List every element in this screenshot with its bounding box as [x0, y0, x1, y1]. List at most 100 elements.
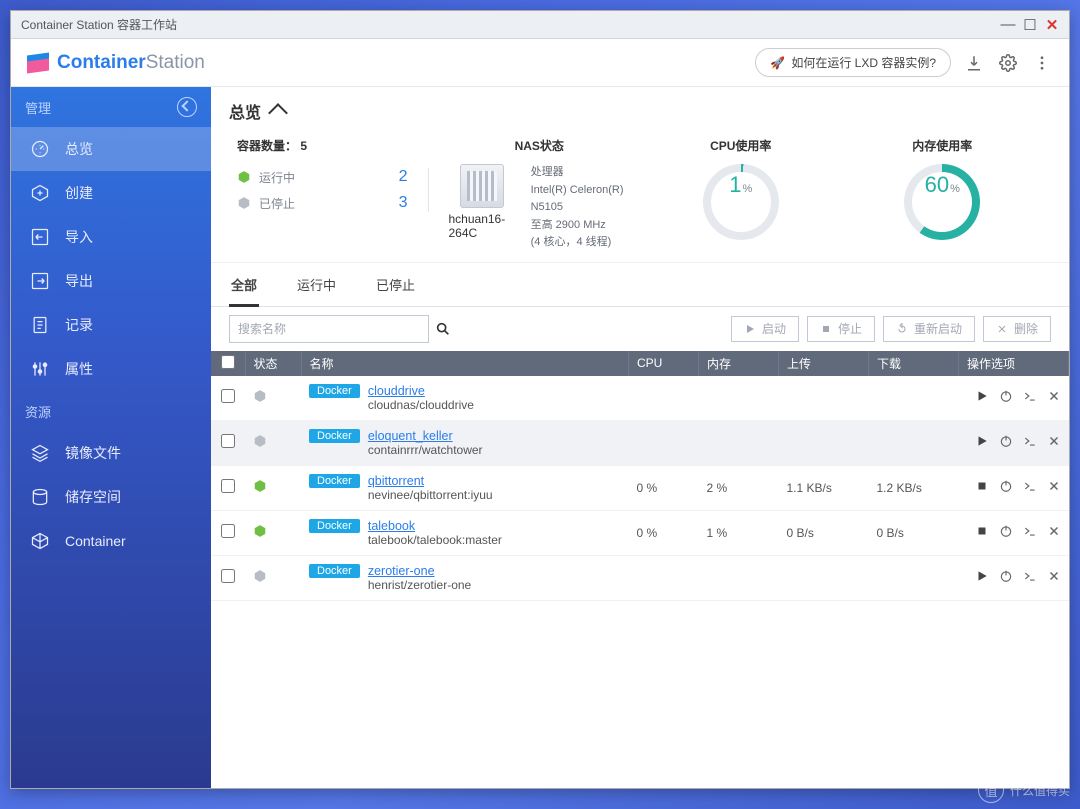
layers-icon	[29, 442, 51, 464]
sidebar-item-plus[interactable]: 创建	[11, 171, 211, 215]
logo-mark-icon	[27, 54, 49, 72]
row-power-icon[interactable]	[999, 569, 1013, 586]
cell-mem	[699, 555, 779, 600]
row-close-icon[interactable]	[1047, 434, 1061, 451]
row-checkbox[interactable]	[221, 434, 235, 448]
window-close[interactable]: ✕	[1041, 16, 1063, 34]
tab-running[interactable]: 运行中	[295, 269, 338, 306]
table-row[interactable]: Dockerzerotier-onehenrist/zerotier-one	[211, 555, 1069, 600]
col-name[interactable]: 名称	[301, 351, 629, 376]
row-power-icon[interactable]	[999, 479, 1013, 496]
sidebar-collapse-icon[interactable]	[177, 97, 197, 117]
row-terminal-icon[interactable]	[1023, 434, 1037, 451]
restart-button[interactable]: 重新启动	[883, 316, 975, 342]
col-mem[interactable]: 内存	[699, 351, 779, 376]
sidebar-item-log[interactable]: 记录	[11, 303, 211, 347]
sidebar-section-manage: 管理	[11, 87, 211, 127]
status-icon	[253, 524, 267, 538]
sidebar-item-disk[interactable]: 储存空间	[11, 475, 211, 519]
row-primary-action[interactable]	[975, 479, 989, 496]
container-image: nevinee/qbittorrent:iyuu	[368, 488, 493, 502]
gear-icon[interactable]	[997, 52, 1019, 74]
row-checkbox[interactable]	[221, 569, 235, 583]
rocket-icon: 🚀	[770, 56, 785, 70]
chevron-up-icon[interactable]	[268, 103, 288, 123]
import-icon	[29, 226, 51, 248]
remove-button[interactable]: 删除	[983, 316, 1051, 342]
window-title: Container Station 容器工作站	[21, 16, 177, 33]
cpu-usage-label: CPU使用率	[640, 137, 842, 154]
window-minimize[interactable]: —	[997, 16, 1019, 33]
sidebar-item-label: 导入	[65, 227, 93, 247]
window-maximize[interactable]: ☐	[1019, 16, 1041, 34]
row-power-icon[interactable]	[999, 524, 1013, 541]
sidebar-item-label: 镜像文件	[65, 443, 121, 463]
type-badge: Docker	[309, 384, 360, 398]
help-pill[interactable]: 🚀 如何在运行 LXD 容器实例?	[755, 48, 951, 77]
row-close-icon[interactable]	[1047, 569, 1061, 586]
download-icon[interactable]	[963, 52, 985, 74]
row-terminal-icon[interactable]	[1023, 524, 1037, 541]
search-box	[229, 315, 457, 343]
row-close-icon[interactable]	[1047, 479, 1061, 496]
row-terminal-icon[interactable]	[1023, 389, 1037, 406]
container-name-link[interactable]: clouddrive	[368, 384, 425, 398]
cell-download: 0 B/s	[869, 510, 959, 555]
cell-download	[869, 376, 959, 421]
search-input[interactable]	[229, 315, 429, 343]
sidebar: 管理 总览创建导入导出记录属性 资源 镜像文件储存空间Container	[11, 87, 211, 788]
stats-panel: 容器数量： 5 运行中 2 已停止	[211, 129, 1069, 263]
cube-stopped-icon	[237, 196, 251, 210]
tab-stopped[interactable]: 已停止	[374, 269, 417, 306]
container-name-link[interactable]: eloquent_keller	[368, 429, 453, 443]
sidebar-item-dashboard[interactable]: 总览	[11, 127, 211, 171]
col-status[interactable]: 状态	[245, 351, 301, 376]
col-ops[interactable]: 操作选项	[959, 351, 1069, 376]
row-checkbox[interactable]	[221, 389, 235, 403]
col-upload[interactable]: 上传	[779, 351, 869, 376]
col-download[interactable]: 下载	[869, 351, 959, 376]
disk-icon	[29, 486, 51, 508]
sidebar-item-label: 储存空间	[65, 487, 121, 507]
row-close-icon[interactable]	[1047, 389, 1061, 406]
stop-button[interactable]: 停止	[807, 316, 875, 342]
row-primary-action[interactable]	[975, 569, 989, 586]
row-checkbox[interactable]	[221, 524, 235, 538]
row-terminal-icon[interactable]	[1023, 569, 1037, 586]
table-row[interactable]: Dockertalebooktalebook/talebook:master0 …	[211, 510, 1069, 555]
cell-mem	[699, 376, 779, 421]
col-checkbox[interactable]	[211, 351, 245, 376]
row-primary-action[interactable]	[975, 524, 989, 541]
cell-upload	[779, 555, 869, 600]
table-row[interactable]: Dockerqbittorrentnevinee/qbittorrent:iyu…	[211, 465, 1069, 510]
container-name-link[interactable]: talebook	[368, 519, 415, 533]
row-power-icon[interactable]	[999, 389, 1013, 406]
search-icon[interactable]	[429, 315, 457, 343]
table-row[interactable]: Dockereloquent_kellercontainrrr/watchtow…	[211, 420, 1069, 465]
row-power-icon[interactable]	[999, 434, 1013, 451]
watermark: 值 什么值得买	[978, 777, 1070, 803]
sidebar-item-import[interactable]: 导入	[11, 215, 211, 259]
more-icon[interactable]	[1031, 52, 1053, 74]
sidebar-item-export[interactable]: 导出	[11, 259, 211, 303]
status-icon	[253, 389, 267, 403]
sidebar-item-layers[interactable]: 镜像文件	[11, 431, 211, 475]
container-name-link[interactable]: qbittorrent	[368, 474, 424, 488]
container-image: cloudnas/clouddrive	[368, 398, 474, 412]
col-cpu[interactable]: CPU	[629, 351, 699, 376]
row-primary-action[interactable]	[975, 389, 989, 406]
tab-all[interactable]: 全部	[229, 269, 259, 307]
row-primary-action[interactable]	[975, 434, 989, 451]
row-terminal-icon[interactable]	[1023, 479, 1037, 496]
brand-part1: Container	[57, 52, 146, 73]
start-button[interactable]: 启动	[731, 316, 799, 342]
select-all-checkbox[interactable]	[221, 355, 235, 369]
table-row[interactable]: Docker clouddrivecloudnas/clouddrive	[211, 376, 1069, 421]
container-name-link[interactable]: zerotier-one	[368, 564, 435, 578]
row-close-icon[interactable]	[1047, 524, 1061, 541]
dashboard-icon	[29, 138, 51, 160]
row-checkbox[interactable]	[221, 479, 235, 493]
sidebar-item-cube[interactable]: Container	[11, 519, 211, 563]
cell-download: 1.2 KB/s	[869, 465, 959, 510]
sidebar-item-sliders[interactable]: 属性	[11, 347, 211, 391]
